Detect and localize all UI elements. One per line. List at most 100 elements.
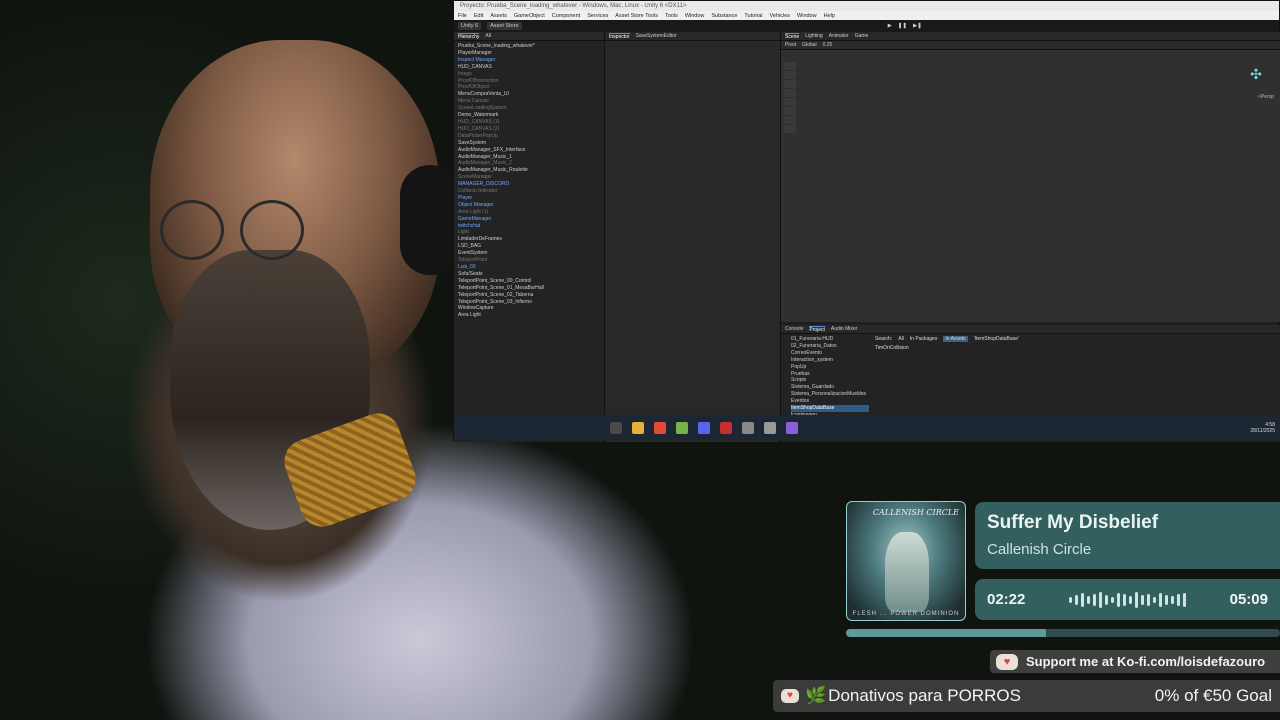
play-icon[interactable]: ▶ bbox=[888, 23, 892, 29]
discord-icon[interactable] bbox=[698, 421, 710, 434]
system-clock[interactable]: 4:58 28/11/2025 bbox=[1250, 422, 1275, 434]
project-folder[interactable]: Sistema_Guardado bbox=[791, 384, 869, 391]
tab-hierarchy[interactable]: Hierarchy bbox=[458, 32, 480, 40]
tab-save-system-editor[interactable]: SaveSystemEditor bbox=[636, 33, 677, 39]
tab-project[interactable]: Project bbox=[809, 325, 825, 333]
hierarchy-item[interactable]: SceneManager bbox=[458, 174, 604, 181]
hand-tool-icon[interactable] bbox=[784, 62, 796, 70]
menu-edit[interactable]: Edit bbox=[474, 13, 483, 19]
hierarchy-item[interactable]: Player bbox=[458, 195, 604, 202]
hierarchy-item[interactable]: Object Manager bbox=[458, 202, 604, 209]
hierarchy-item[interactable]: AudioManager_Music_Roulette bbox=[458, 167, 604, 174]
menu-services[interactable]: Services bbox=[587, 13, 608, 19]
filter-in-packages[interactable]: In Packages bbox=[910, 336, 938, 342]
hierarchy-item[interactable]: TeleportPoint_Scene_03_Infierno bbox=[458, 299, 604, 306]
menu-asset-store-tools[interactable]: Asset Store Tools bbox=[615, 13, 658, 19]
tab-inspector[interactable]: Inspector bbox=[609, 32, 630, 40]
hierarchy-item[interactable]: Luis_03 bbox=[458, 264, 604, 271]
inspector-panel[interactable]: Inspector SaveSystemEditor bbox=[605, 32, 781, 442]
menu-file[interactable]: File bbox=[458, 13, 467, 19]
filter-in-assets[interactable]: In Assets bbox=[943, 336, 968, 342]
menu-vehicles[interactable]: Vehicles bbox=[770, 13, 791, 19]
hierarchy-item[interactable]: TeleportPoint_Scene_02_Taberna bbox=[458, 292, 604, 299]
hierarchy-item[interactable]: LSD_BAG bbox=[458, 243, 604, 250]
hierarchy-item[interactable]: TeleportPoint_Scene_01_MesaBarHall bbox=[458, 285, 604, 292]
global-toggle[interactable]: Global bbox=[802, 42, 816, 48]
pause-icon[interactable]: ❚❚ bbox=[898, 23, 907, 29]
scene-view[interactable]: Scene Lighting Animator Game Pivot Globa… bbox=[781, 32, 1280, 322]
pivot-toggle[interactable]: Pivot bbox=[785, 42, 796, 48]
menu-tutorial[interactable]: Tutorial bbox=[744, 13, 762, 19]
hierarchy-item[interactable]: Area Light bbox=[458, 312, 604, 319]
hierarchy-item[interactable]: Demo_Watermark bbox=[458, 112, 604, 119]
project-folder[interactable]: Eventos bbox=[791, 398, 869, 405]
project-folder[interactable]: Sistema_PersonalizacionMuebles bbox=[791, 391, 869, 398]
hierarchy-item[interactable]: TeleportPoint bbox=[458, 257, 604, 264]
scene-gizmo-icon[interactable]: ✣ bbox=[1244, 66, 1268, 90]
hierarchy-item[interactable]: EventSystem bbox=[458, 250, 604, 257]
menu-gameobject[interactable]: GameObject bbox=[514, 13, 545, 19]
rotate-tool-icon[interactable] bbox=[784, 80, 796, 88]
tab-lighting[interactable]: Lighting bbox=[805, 33, 823, 39]
unity-editor-window[interactable]: Proyecto: Prueba_Scene_loading_whatever … bbox=[453, 0, 1280, 442]
filter-all[interactable]: All bbox=[898, 336, 904, 342]
tab-game[interactable]: Game bbox=[855, 33, 869, 39]
hierarchy-item[interactable]: Collision Indicator bbox=[458, 188, 604, 195]
step-icon[interactable]: ▶❚ bbox=[913, 23, 922, 29]
hierarchy-item[interactable]: Menu Canvas bbox=[458, 98, 604, 105]
hierarchy-item[interactable]: Inspect Manager bbox=[458, 57, 604, 64]
hierarchy-item[interactable]: Area Light (1) bbox=[458, 209, 604, 216]
project-folder[interactable]: 02_Funeraria_Datos bbox=[791, 343, 869, 350]
project-folder[interactable]: 01_Funeraria-HUD bbox=[791, 336, 869, 343]
task-view-icon[interactable] bbox=[610, 421, 622, 434]
project-folder[interactable]: CorreoEvento bbox=[791, 350, 869, 357]
unity-hub-icon[interactable] bbox=[764, 421, 776, 434]
app-icon[interactable] bbox=[676, 421, 688, 434]
snap-value[interactable]: 0.25 bbox=[823, 42, 833, 48]
settings-icon[interactable] bbox=[742, 421, 754, 434]
unity-title-bar[interactable]: Proyecto: Prueba_Scene_loading_whatever … bbox=[454, 1, 1279, 11]
hierarchy-item[interactable]: PlayerManager bbox=[458, 50, 604, 57]
hierarchy-item[interactable]: LimitadorDeFrames bbox=[458, 236, 604, 243]
hierarchy-item[interactable]: Prueba_Scene_loading_whatever* bbox=[458, 43, 604, 50]
hierarchy-item[interactable]: AudioManager_Music_1 bbox=[458, 154, 604, 161]
hierarchy-item[interactable]: MenuCompraVenta_UI bbox=[458, 91, 604, 98]
hierarchy-item[interactable]: HUD_CANVAS (1) bbox=[458, 119, 604, 126]
tab-audio-mixer[interactable]: Audio Mixer bbox=[831, 326, 857, 332]
project-folder[interactable]: Pruebas bbox=[791, 371, 869, 378]
menu-help[interactable]: Help bbox=[824, 13, 835, 19]
brave-browser-icon[interactable] bbox=[654, 421, 666, 434]
persp-label[interactable]: <Persp bbox=[1258, 94, 1274, 100]
hierarchy-item[interactable]: SaveSystem bbox=[458, 140, 604, 147]
hierarchy-item[interactable]: Light bbox=[458, 229, 604, 236]
hierarchy-item[interactable]: AudioManager_Music_2 bbox=[458, 160, 604, 167]
hierarchy-item[interactable]: Sofa/Seats bbox=[458, 271, 604, 278]
tab-animator[interactable]: Animator bbox=[829, 33, 849, 39]
project-folder[interactable]: PopUp bbox=[791, 364, 869, 371]
obs-icon[interactable] bbox=[720, 421, 732, 434]
search-result[interactable]: TimOnCollision bbox=[875, 345, 1019, 351]
tab-scene[interactable]: Scene bbox=[785, 32, 800, 40]
hierarchy-item[interactable]: TeleportPoint_Scene_00_Control bbox=[458, 278, 604, 285]
hierarchy-item[interactable]: twitchchat bbox=[458, 223, 604, 230]
hierarchy-item[interactable]: AudioManager_SFX_Interface bbox=[458, 147, 604, 154]
menu-assets[interactable]: Assets bbox=[490, 13, 507, 19]
hierarchy-item[interactable]: ProofOfInteraction bbox=[458, 78, 604, 85]
project-folder[interactable]: ItemShopDataBase bbox=[791, 405, 869, 412]
scene-tool-palette[interactable] bbox=[784, 62, 796, 133]
project-folder[interactable]: Scripts bbox=[791, 377, 869, 384]
project-folder[interactable]: Interaction_system bbox=[791, 357, 869, 364]
hierarchy-item[interactable]: DataPickerPopUp bbox=[458, 133, 604, 140]
hierarchy-item[interactable]: MANAGER_DISCORD bbox=[458, 181, 604, 188]
menu-tools[interactable]: Tools bbox=[665, 13, 678, 19]
move-tool-icon[interactable] bbox=[784, 71, 796, 79]
asset-store-button[interactable]: Asset Store bbox=[487, 22, 522, 30]
menu-window[interactable]: Window bbox=[685, 13, 705, 19]
hierarchy-item[interactable]: HUD_CANVAS (2) bbox=[458, 126, 604, 133]
visual-studio-icon[interactable] bbox=[786, 421, 798, 434]
scale-tool-icon[interactable] bbox=[784, 89, 796, 97]
hierarchy-panel[interactable]: Hierarchy All Prueba_Scene_loading_whate… bbox=[454, 32, 605, 442]
menu-substance[interactable]: Substance bbox=[711, 13, 737, 19]
menu-window-2[interactable]: Window bbox=[797, 13, 817, 19]
hierarchy-item[interactable]: SceneLoadingSystem bbox=[458, 105, 604, 112]
